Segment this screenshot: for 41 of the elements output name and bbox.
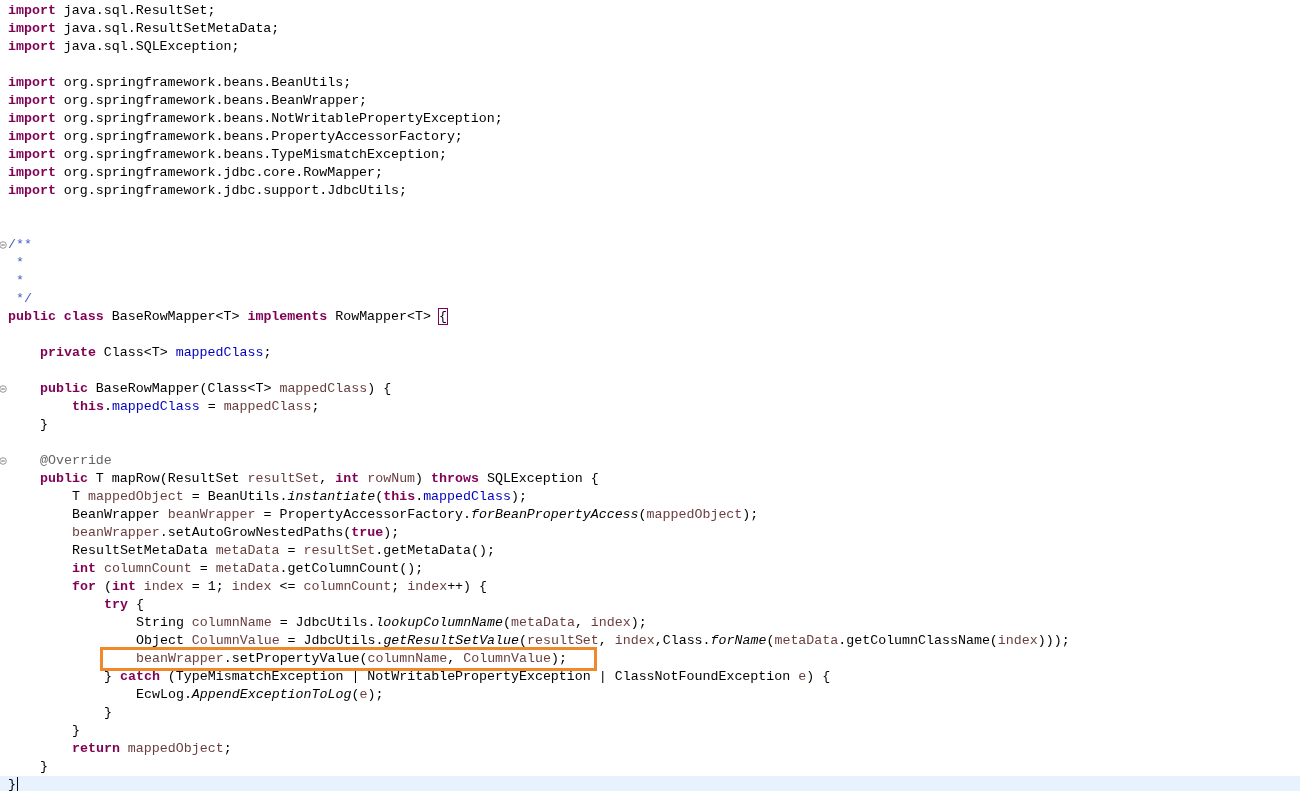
code-line: import org.springframework.jdbc.core.RowMapper; <box>8 164 384 182</box>
code-line: public class BaseRowMapper<T> implements RowMapper<T> { <box>8 308 447 326</box>
code-line: */ <box>16 290 32 308</box>
code-line: public T mapRow(ResultSet resultSet, int rowNum) throws SQLException { <box>40 470 599 488</box>
code-line: } catch (TypeMismatchException | NotWritablePropertyException | ClassNotFoundException e) { <box>104 668 831 686</box>
collapse-icon[interactable] <box>0 385 7 393</box>
code-line: BeanWrapper beanWrapper = PropertyAccessorFactory.forBeanPropertyAccess(mappedObject); <box>72 506 759 524</box>
code-line: import org.springframework.jdbc.support.JdbcUtils; <box>8 182 407 200</box>
code-line: T mappedObject = BeanUtils.instantiate(this.mappedClass); <box>72 488 527 506</box>
code-line: public BaseRowMapper(Class<T> mappedClass) { <box>40 380 392 398</box>
code-line: import java.sql.ResultSet; <box>8 2 216 20</box>
code-line: import org.springframework.beans.NotWritablePropertyException; <box>8 110 503 128</box>
code-line: } <box>8 776 16 791</box>
collapse-icon[interactable] <box>0 457 7 465</box>
code-line: } <box>72 722 80 740</box>
code-line: import org.springframework.beans.BeanUtils; <box>8 74 352 92</box>
code-line: * <box>16 254 24 272</box>
code-line: private Class<T> mappedClass; <box>40 344 272 362</box>
code-line: import org.springframework.beans.BeanWrapper; <box>8 92 368 110</box>
code-line: ResultSetMetaData metaData = resultSet.getMetaData(); <box>72 542 495 560</box>
code-line: try { <box>104 596 144 614</box>
code-line: return mappedObject; <box>72 740 232 758</box>
code-line: for (int index = 1; index <= columnCount; index++) { <box>72 578 488 596</box>
code-line: int columnCount = metaData.getColumnCount(); <box>72 560 424 578</box>
text-cursor <box>17 777 18 791</box>
collapse-icon[interactable] <box>0 241 7 249</box>
code-line: } <box>40 758 48 776</box>
code-line: beanWrapper.setAutoGrowNestedPaths(true); <box>72 524 400 542</box>
code-line: } <box>104 704 112 722</box>
code-line: import java.sql.SQLException; <box>8 38 240 56</box>
code-line: EcwLog.AppendExceptionToLog(e); <box>136 686 384 704</box>
code-line: Object ColumnValue = JdbcUtils.getResultSetValue(resultSet, index,Class.forName(metaData.getColumnClassName(index))); <box>136 632 1070 650</box>
code-line: this.mappedClass = mappedClass; <box>72 398 320 416</box>
code-line: import java.sql.ResultSetMetaData; <box>8 20 280 38</box>
code-line: import org.springframework.beans.TypeMismatchException; <box>8 146 447 164</box>
code-line: /** <box>8 236 32 254</box>
code-line: * <box>16 272 24 290</box>
code-line: @Override <box>40 452 112 470</box>
code-line: String columnName = JdbcUtils.lookupColumnName(metaData, index); <box>136 614 647 632</box>
code-line: } <box>40 416 48 434</box>
code-line: import org.springframework.beans.PropertyAccessorFactory; <box>8 128 463 146</box>
